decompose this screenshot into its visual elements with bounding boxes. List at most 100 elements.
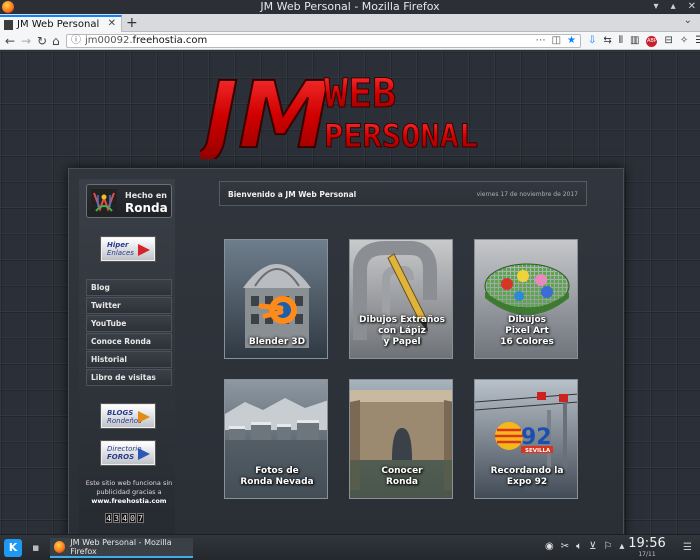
tab-favicon-icon (4, 19, 13, 30)
current-date: viernes 17 de noviembre de 2017 (476, 191, 578, 198)
tile-caption: Conocer Ronda (381, 466, 423, 487)
new-tab-icon[interactable]: + (126, 14, 138, 32)
clock[interactable]: 19:56 17/11 (624, 536, 670, 559)
logo-jm: JM (200, 62, 330, 159)
visit-counter: 4 3 4 0 7 (105, 513, 144, 523)
hecho-en-ronda-badge[interactable]: Hecho en Ronda (86, 184, 172, 218)
blogs-rondenos-button[interactable]: BLOGS Rondeños (101, 404, 155, 428)
screenshot-icon[interactable]: ⊟ (664, 33, 672, 49)
blender-logo-icon (269, 296, 297, 324)
network-icon[interactable]: ⊻ (589, 541, 596, 552)
tile-dibujos-lapiz[interactable]: Dibujos Extraños con Lápiz y Papel (349, 239, 453, 359)
directorio-foros-button[interactable]: Directorio FOROS (101, 441, 155, 465)
reload-icon[interactable]: ↻ (37, 33, 47, 49)
taskbar-window-label: JM Web Personal - Mozilla Firefox (70, 538, 172, 556)
taskbar-firefox-window[interactable]: JM Web Personal - Mozilla Firefox (50, 538, 193, 558)
tile-conocer-ronda[interactable]: Conocer Ronda (349, 379, 453, 499)
kde-launcher-icon[interactable]: K (4, 539, 22, 557)
svg-text:SEVILLA: SEVILLA (525, 448, 551, 454)
navigation-toolbar: ← → ↻ ⌂ ⓘ jm00092.freehostia.com ⋯ ◫ ★ ⇩… (0, 32, 700, 50)
firefox-icon (54, 541, 66, 553)
url-host: freehostia.com (132, 35, 208, 46)
welcome-text: Bienvenido a JM Web Personal (228, 190, 357, 199)
hiper-enlaces-button[interactable]: Hiper Enlaces (101, 237, 155, 261)
menu-item-libro-de-visitas[interactable]: Libro de visitas (86, 369, 172, 386)
main-menu-icon[interactable]: ☰ (695, 33, 700, 49)
logo-web: WEB (324, 71, 396, 117)
pocket-icon[interactable]: ◫ (552, 35, 561, 47)
web-page: JM WEB PERSONAL Hecho en Ronda Hiper Enla… (0, 51, 700, 534)
volume-icon[interactable]: 🔈︎ (576, 541, 582, 552)
counter-digit: 4 (105, 513, 112, 523)
desktop-pager-icon[interactable]: ▪ (32, 541, 39, 554)
foros-label: FOROS (107, 453, 135, 461)
sidebar-menu: Blog Twitter YouTube Conoce Ronda Histor… (86, 279, 172, 387)
notifications-icon[interactable]: ⚐ (603, 541, 612, 552)
window-title: JM Web Personal - Mozilla Firefox (260, 0, 440, 13)
tab-overflow-icon[interactable]: ⌄ (684, 15, 692, 26)
tile-expo-92[interactable]: 92 SEVILLA Recordando la Expo 92 (474, 379, 578, 499)
tab-label: JM Web Personal (17, 19, 100, 30)
downloads-icon[interactable]: ⇩ (588, 33, 596, 49)
system-tray: ◉ ✂ 🔈︎ ⊻ ⚐ ▴ (545, 541, 624, 552)
tile-ronda-nevada[interactable]: Fotos de Ronda Nevada (224, 379, 328, 499)
clock-time: 19:56 (628, 536, 666, 551)
close-window-icon[interactable]: ✕ (688, 0, 696, 14)
menu-item-blog[interactable]: Blog (86, 279, 172, 296)
hosting-notice: Este sitio web funciona sin publicidad g… (83, 479, 175, 506)
orange-arrow-icon (138, 411, 150, 423)
hosting-link[interactable]: www.freehostia.com (91, 497, 166, 505)
menu-item-conoce-ronda[interactable]: Conoce Ronda (86, 333, 172, 350)
library-icon[interactable]: ⫴ (619, 33, 623, 49)
tab-close-icon[interactable]: ✕ (108, 18, 116, 29)
counter-digit: 4 (121, 513, 128, 523)
maximize-icon[interactable]: ▴ (671, 0, 676, 14)
tile-caption: Recordando la Expo 92 (490, 466, 564, 487)
clipboard-icon[interactable]: ✂ (561, 541, 569, 552)
menu-item-youtube[interactable]: YouTube (86, 315, 172, 332)
extension-icon[interactable]: ✧ (680, 33, 688, 49)
tile-blender-3d[interactable]: Blender 3D (224, 239, 328, 359)
ronda-emblem-icon (91, 189, 117, 215)
bookmark-star-icon[interactable]: ★ (567, 35, 576, 47)
firefox-icon (2, 1, 14, 13)
logo-personal: PERSONAL (324, 117, 478, 155)
panel-menu-icon[interactable]: ☰ (683, 542, 692, 553)
clock-date: 17/11 (638, 551, 656, 558)
site-info-icon[interactable]: ⓘ (71, 35, 81, 47)
url-prefix: jm00092. (85, 35, 133, 46)
blue-arrow-icon (138, 448, 150, 460)
forward-icon[interactable]: → (21, 33, 31, 49)
enlaces-label: Enlaces (107, 249, 134, 257)
welcome-bar: Bienvenido a JM Web Personal viernes 17 … (219, 181, 587, 206)
tile-caption: Dibujos Pixel Art 16 Colores (500, 315, 554, 347)
site-logo: JM WEB PERSONAL (200, 61, 479, 159)
tab-jm-web-personal[interactable]: JM Web Personal ✕ (0, 15, 122, 32)
tile-caption: Fotos de Ronda Nevada (240, 466, 314, 487)
adblock-icon[interactable]: ABP (646, 36, 658, 47)
tab-strip: JM Web Personal ✕ + ⌄ (0, 14, 700, 32)
url-bar[interactable]: ⓘ jm00092.freehostia.com ⋯ ◫ ★ (66, 34, 581, 48)
back-icon[interactable]: ← (5, 33, 15, 49)
hiper-label: Hiper (107, 241, 129, 249)
hecho-en-label: Hecho en (125, 191, 167, 200)
page-actions-icon[interactable]: ⋯ (536, 35, 546, 47)
synced-tabs-icon[interactable]: ⇆ (603, 33, 611, 49)
taskbar: K ▪ JM Web Personal - Mozilla Firefox ◉ … (0, 534, 700, 560)
minimize-icon[interactable]: ▾ (654, 0, 659, 14)
tile-caption: Dibujos Extraños con Lápiz y Papel (359, 315, 445, 347)
sidebar-toggle-icon[interactable]: ▥ (630, 33, 639, 49)
home-icon[interactable]: ⌂ (52, 33, 60, 49)
menu-item-twitter[interactable]: Twitter (86, 297, 172, 314)
counter-digit: 7 (137, 513, 144, 523)
tile-pixel-art[interactable]: Dibujos Pixel Art 16 Colores (474, 239, 578, 359)
media-icon[interactable]: ◉ (545, 541, 554, 552)
rondenos-label: Rondeños (107, 417, 142, 425)
content-panel: Hecho en Ronda Hiper Enlaces Blog Twitter… (68, 168, 624, 534)
tile-caption: Blender 3D (248, 337, 306, 347)
blogs-label: BLOGS (107, 409, 134, 417)
sidebar: Hecho en Ronda Hiper Enlaces Blog Twitter… (79, 179, 175, 534)
window-titlebar: JM Web Personal - Mozilla Firefox ▾ ▴ ✕ (0, 0, 700, 14)
menu-item-historial[interactable]: Historial (86, 351, 172, 368)
counter-digit: 0 (129, 513, 136, 523)
